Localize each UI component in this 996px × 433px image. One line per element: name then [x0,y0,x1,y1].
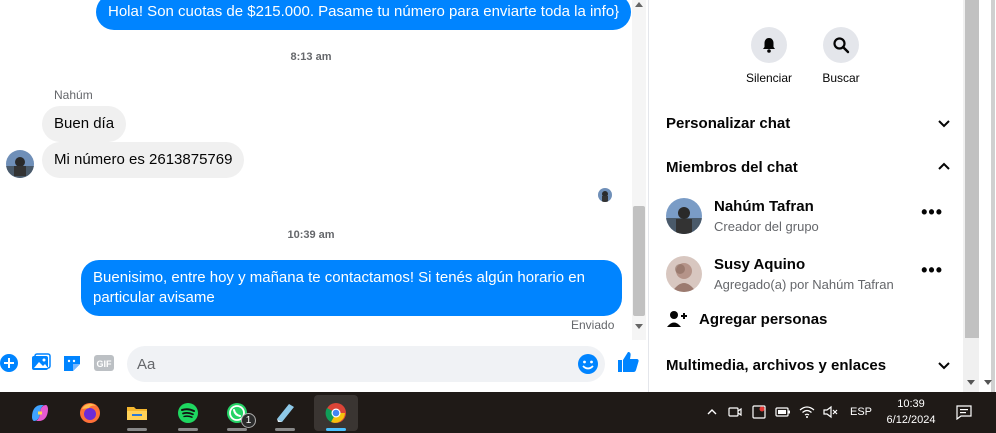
more-options-icon[interactable]: ••• [921,261,943,279]
read-receipt-avatar [598,188,612,202]
mute-label: Silenciar [745,71,793,85]
window-scrollbar[interactable] [979,0,996,392]
customize-chat-section[interactable]: Personalizar chat [666,109,951,137]
add-people-label: Agregar personas [699,310,828,328]
clock-date: 6/12/2024 [886,414,936,426]
sent-status: Enviado [571,318,615,332]
message-timestamp: 10:39 am [287,229,335,241]
message-input[interactable] [137,346,567,382]
chevron-down-icon [938,120,950,128]
section-title: Miembros del chat [666,158,798,176]
wifi-icon[interactable] [798,403,816,421]
active-indicator [326,428,346,431]
whatsapp-icon[interactable]: 1 [219,395,256,431]
scroll-down-arrow-icon[interactable] [635,324,643,329]
language-indicator[interactable]: ESP [850,406,872,418]
info-panel-scrollbar-thumb[interactable] [965,0,979,338]
scroll-down-arrow-icon[interactable] [984,380,992,385]
add-person-icon [667,311,687,327]
clock-time: 10:39 [897,398,925,410]
thumbs-up-icon[interactable] [616,350,640,374]
member-row[interactable]: Susy Aquino Agregado(a) por Nahúm Tafran… [666,254,951,294]
chat-members-section[interactable]: Miembros del chat [666,153,951,181]
scroll-up-arrow-icon[interactable] [635,2,643,7]
chevron-up-icon[interactable] [703,403,721,421]
svg-text:GIF: GIF [97,359,113,369]
search-icon [823,27,859,63]
running-indicator [127,428,147,431]
notes-icon[interactable] [267,395,303,431]
emoji-icon[interactable] [577,353,599,375]
device-status-icon[interactable] [750,403,768,421]
running-indicator [275,428,295,431]
taskbar: 1 ESP 10:39 6/12/2024 [0,392,996,433]
clock[interactable]: 10:39 6/12/2024 [880,396,942,428]
info-panel-scrollbar[interactable] [963,0,979,392]
add-people-button[interactable]: Agregar personas [666,308,827,330]
outgoing-message[interactable]: Hola! Son cuotas de $215.000. Pasame tu … [96,0,632,30]
member-row[interactable]: Nahúm Tafran Creador del grupo ••• [666,196,951,236]
camera-icon[interactable] [726,403,744,421]
chevron-down-icon [938,362,950,370]
member-name: Nahúm Tafran [714,198,814,215]
window-scrollbar-thumb[interactable] [991,0,995,392]
member-role: Creador del grupo [714,219,819,234]
chrome-icon[interactable] [314,395,358,431]
notifications-icon[interactable] [955,403,973,421]
firefox-icon[interactable] [72,395,108,431]
gif-icon[interactable]: GIF [93,352,115,374]
plus-circle-icon[interactable] [0,352,20,374]
media-files-links-section[interactable]: Multimedia, archivos y enlaces [666,351,951,379]
mute-button[interactable]: Silenciar [737,27,801,85]
scroll-down-arrow-icon[interactable] [967,380,975,385]
spotify-icon[interactable] [170,395,206,431]
avatar [666,198,702,234]
chevron-up-icon [938,162,950,170]
more-options-icon[interactable]: ••• [921,203,943,221]
photo-icon[interactable] [30,352,52,374]
message-line: Buenisimo, entre hoy y mañana te contact… [93,269,585,286]
incoming-message[interactable]: Buen día [42,106,127,142]
bell-icon [751,27,787,63]
copilot-icon[interactable] [22,395,58,431]
sticker-icon[interactable] [61,352,83,374]
chat-thread: Hola! Son cuotas de $215.000. Pasame tu … [0,0,632,392]
outgoing-message[interactable]: Buenisimo, entre hoy y mañana te contact… [81,260,622,316]
message-timestamp: 8:13 am [290,51,332,63]
sender-name: Nahúm [54,88,93,102]
running-indicator [227,428,247,431]
member-role: Agregado(a) por Nahúm Tafran [714,277,894,292]
running-indicator [178,428,198,431]
chat-scrollbar-thumb[interactable] [633,206,645,316]
message-line: particular avisame [93,289,215,306]
search-button[interactable]: Buscar [809,27,873,85]
search-label: Buscar [822,71,860,85]
member-name: Susy Aquino [714,256,806,273]
battery-icon[interactable] [774,403,792,421]
section-title: Multimedia, archivos y enlaces [666,356,887,374]
speaker-muted-icon[interactable] [822,403,840,421]
file-explorer-icon[interactable] [119,395,155,431]
incoming-message[interactable]: Mi número es 2613875769 [42,142,245,178]
chat-info-panel: Silenciar Buscar Personalizar chat Miemb… [649,0,963,392]
avatar[interactable] [6,150,34,178]
avatar [666,256,702,292]
notification-badge: 1 [241,413,256,428]
message-composer: GIF [0,340,650,392]
section-title: Personalizar chat [666,114,791,132]
message-input-container [127,346,605,382]
